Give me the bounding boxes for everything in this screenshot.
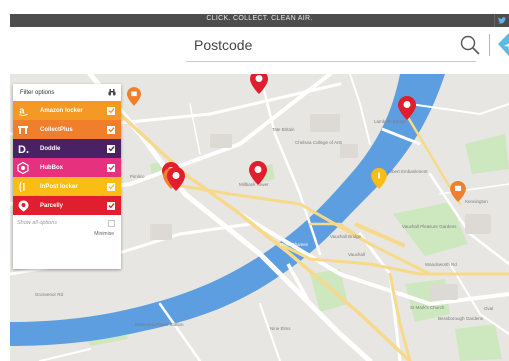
checkmark-icon [107, 127, 115, 133]
doddle-icon: D [13, 139, 33, 158]
parcelly-icon [13, 196, 33, 215]
search-icon [460, 35, 480, 55]
svg-text:a: a [19, 105, 25, 115]
filter-header: Filter options [13, 84, 121, 101]
map-label: Vauxhall Bridge [330, 234, 362, 239]
inpost-pin[interactable] [371, 168, 387, 189]
filter-option-label: Doddle [40, 145, 61, 152]
map-label: Vauxhall Pleasure Gardens [402, 224, 457, 229]
collectplus-icon [13, 120, 33, 139]
parcelly-pin[interactable] [398, 96, 416, 120]
map-label: Bessborough Gardens [438, 316, 484, 321]
minimise-link[interactable]: Minimise [13, 231, 121, 237]
search-bar [186, 28, 509, 62]
checkmark-icon [107, 165, 115, 171]
amazon-locker-checkbox[interactable] [107, 106, 115, 115]
filter-option-label: Parcelly [40, 202, 64, 209]
inpost-icon [13, 177, 33, 196]
map-label: Vauxhall [348, 252, 365, 257]
map-label: Tate Britain [272, 127, 295, 132]
collectplus-pin[interactable] [127, 87, 141, 106]
filter-panel: Filter options a Amazon locker CollectPl… [13, 84, 121, 269]
collectplus-checkbox[interactable] [107, 125, 115, 134]
map-label: St Mark's Church [410, 305, 445, 310]
twitter-button[interactable] [494, 14, 509, 27]
filter-option-label: CollectPlus [40, 126, 73, 133]
search-divider [489, 34, 490, 56]
collectplus-pin[interactable] [450, 181, 466, 202]
svg-text:D: D [18, 144, 26, 155]
map-label: Grosvenor Rd [35, 292, 64, 297]
filter-option-label: Amazon locker [40, 107, 83, 114]
map-label: Oval [484, 306, 494, 311]
twitter-icon [498, 17, 506, 24]
filter-option-inpost-locker[interactable]: InPost locker [13, 177, 121, 196]
map-label: Pimlico [130, 174, 145, 179]
parcelly-pin[interactable] [249, 161, 267, 185]
checkmark-icon [107, 184, 115, 190]
map-label: Kennington [465, 199, 488, 204]
filter-option-amazon-locker[interactable]: a Amazon locker [13, 101, 121, 120]
binoculars-icon [108, 89, 116, 96]
top-banner: CLICK. COLLECT. CLEAN AIR. [10, 14, 509, 27]
show-all-checkbox[interactable] [108, 219, 115, 227]
parcelly-checkbox[interactable] [107, 201, 115, 210]
hubbox-checkbox[interactable] [107, 163, 115, 172]
show-all-options[interactable]: Show all options [13, 215, 121, 231]
filter-option-label: InPost locker [40, 183, 78, 190]
filter-option-parcelly[interactable]: Parcelly [13, 196, 121, 215]
map-label: Nine Elms [270, 326, 291, 331]
filter-option-collectplus[interactable]: CollectPlus [13, 120, 121, 139]
checkmark-icon [107, 146, 115, 152]
locate-button[interactable] [497, 32, 509, 58]
hubbox-icon [13, 158, 33, 177]
map-label: Albert Embankment [388, 169, 428, 174]
banner-tagline: CLICK. COLLECT. CLEAN AIR. [206, 15, 313, 22]
amazon-icon: a [13, 101, 33, 120]
postcode-input[interactable] [186, 28, 476, 62]
map-label: Wandsworth Rd [425, 262, 457, 267]
map-label: Battersea Power Station [135, 322, 184, 327]
filter-option-label: HubBox [40, 164, 63, 171]
inpost-locker-checkbox[interactable] [107, 182, 115, 191]
show-all-label: Show all options [17, 220, 58, 226]
checkmark-icon [107, 203, 115, 209]
parcelly-pin[interactable] [250, 74, 268, 94]
filter-title: Filter options [20, 89, 55, 96]
page: CLICK. COLLECT. CLEAN AIR. Postcode Chel… [0, 0, 509, 361]
search-button[interactable] [459, 34, 481, 56]
map-label: River Thames [280, 242, 309, 247]
parcelly-pin[interactable] [167, 167, 185, 191]
filter-option-hubbox[interactable]: HubBox [13, 158, 121, 177]
filter-option-doddle[interactable]: D Doddle [13, 139, 121, 158]
doddle-checkbox[interactable] [107, 144, 115, 153]
map-label: Chelsea College of Arts [295, 140, 343, 145]
checkmark-icon [107, 108, 115, 114]
locate-arrow-icon [498, 33, 509, 56]
